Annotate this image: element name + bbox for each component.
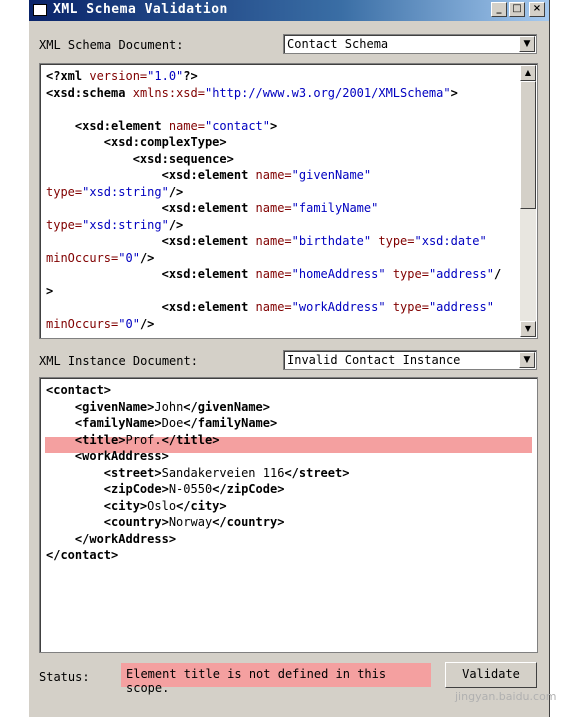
instance-editor[interactable]: <contact> <givenName>John</givenName> <f…	[39, 377, 538, 653]
window-title: XML Schema Validation	[53, 2, 228, 17]
instance-line: <street>Sandakerveien 116</street>	[103, 465, 350, 480]
schema-line: <xsd:schema xmlns:xsd="http://www.w3.org…	[46, 85, 458, 100]
main-window: XML Schema Validation _ □ × XML Schema D…	[28, 0, 550, 717]
instance-label: XML Instance Document:	[39, 354, 198, 368]
schema-line: <?xml version="1.0"?>	[46, 69, 198, 83]
status-label: Status:	[39, 670, 90, 684]
chevron-down-icon[interactable]: ▼	[519, 352, 535, 368]
schema-scrollbar[interactable]: ▲ ▼	[520, 65, 536, 337]
schema-line: <xsd:element name="workAddress" type="ad…	[161, 300, 494, 314]
instance-select-value: Invalid Contact Instance	[287, 353, 461, 367]
instance-line: <workAddress>	[74, 449, 169, 463]
schema-code: <?xml version="1.0"?> <xsd:schema xmlns:x…	[46, 68, 501, 332]
status-message-box: Element title is not defined in this sco…	[121, 663, 431, 695]
instance-select[interactable]: Invalid Contact Instance ▼	[283, 350, 537, 370]
close-button[interactable]: ×	[529, 2, 545, 17]
chevron-down-icon[interactable]: ▼	[519, 36, 535, 52]
validate-button[interactable]: Validate	[445, 662, 537, 688]
title-bar[interactable]: XML Schema Validation _ □ ×	[29, 0, 549, 21]
maximize-button[interactable]: □	[509, 2, 525, 17]
schema-line: <xsd:sequence>	[132, 151, 234, 166]
schema-line: <xsd:element name="homeAddress" type="ad…	[161, 267, 502, 281]
instance-line: <city>Oslo</city>	[103, 498, 227, 513]
schema-line: <xsd:element name="birthdate" type="xsd:…	[161, 234, 487, 248]
instance-line: </contact>	[46, 548, 119, 562]
instance-line: <givenName>John</givenName>	[74, 399, 271, 414]
schema-line: <xsd:element name="givenName"	[161, 168, 372, 182]
app-icon	[33, 4, 47, 16]
schema-line: <xsd:element name="familyName"	[161, 201, 379, 215]
schema-line: >	[46, 283, 54, 298]
schema-editor[interactable]: <?xml version="1.0"?> <xsd:schema xmlns:x…	[39, 63, 538, 339]
schema-label: XML Schema Document:	[39, 38, 184, 52]
watermark: jingyan.baidu.com	[455, 690, 557, 703]
schema-line: <xsd:complexType>	[103, 135, 227, 149]
schema-select-value: Contact Schema	[287, 37, 389, 51]
status-message: Element title is not defined in this sco…	[126, 667, 387, 695]
instance-code: <contact> <givenName>John</givenName> <f…	[46, 382, 349, 564]
instance-line: </workAddress>	[74, 531, 177, 546]
instance-line: <familyName>Doe</familyName>	[74, 416, 278, 430]
schema-line: type="xsd:string"/>	[46, 217, 184, 232]
schema-line: type="xsd:string"/>	[46, 184, 184, 199]
instance-line: <country>Norway</country>	[103, 515, 285, 529]
minimize-button[interactable]: _	[491, 2, 507, 17]
instance-line: <title>Prof.</title>	[74, 432, 220, 447]
schema-line	[46, 101, 501, 118]
scroll-down-button[interactable]: ▼	[520, 321, 536, 337]
schema-select[interactable]: Contact Schema ▼	[283, 34, 537, 54]
schema-line: <xsd:element name="contact">	[74, 118, 278, 133]
schema-line: minOccurs="0"/>	[46, 316, 155, 331]
scroll-up-button[interactable]: ▲	[520, 65, 536, 81]
scroll-thumb[interactable]	[520, 81, 536, 209]
schema-line: minOccurs="0"/>	[46, 250, 155, 265]
instance-line: <zipCode>N-0550</zipCode>	[103, 482, 285, 496]
instance-line: <contact>	[46, 383, 112, 397]
